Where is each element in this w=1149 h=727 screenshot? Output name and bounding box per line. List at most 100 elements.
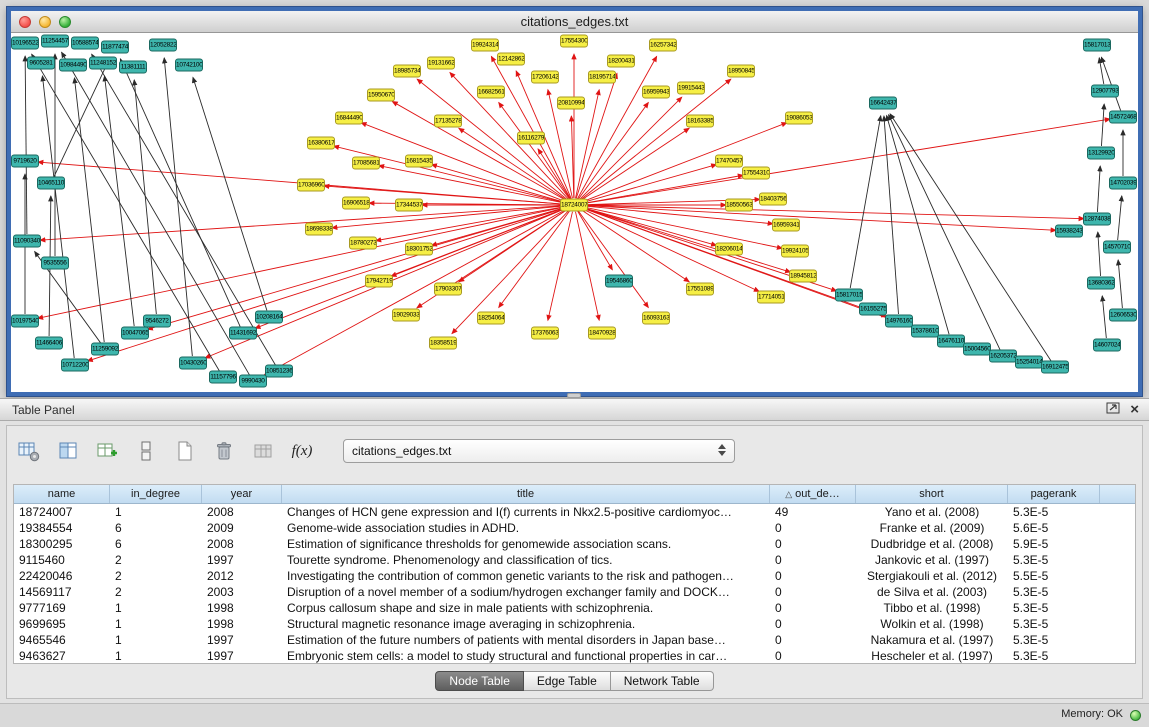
column-header-title[interactable]: title <box>282 485 770 503</box>
column-header-pagerank[interactable]: pagerank <box>1008 485 1100 503</box>
network-window-titlebar[interactable]: citations_edges.txt <box>11 11 1138 33</box>
network-node[interactable]: 12606530 <box>1109 309 1137 322</box>
network-node[interactable]: 18200431 <box>607 55 635 68</box>
network-node[interactable]: 17903307 <box>434 283 462 296</box>
network-node[interactable]: 12142862 <box>497 53 525 66</box>
network-node[interactable]: 15817015 <box>835 289 863 302</box>
network-node[interactable]: 10851236 <box>265 365 293 378</box>
network-node[interactable]: 14976160 <box>885 315 913 328</box>
network-node[interactable]: 18206014 <box>715 243 743 256</box>
network-node[interactable]: 10588574 <box>71 37 99 50</box>
network-node[interactable]: 16682561 <box>477 86 505 99</box>
network-node[interactable]: 16093163 <box>642 312 670 325</box>
network-node[interactable]: 9990430 <box>239 375 267 388</box>
network-node[interactable]: 11254457 <box>41 35 69 48</box>
close-window-button[interactable] <box>19 16 31 28</box>
network-canvas[interactable]: 1872400718550563174704571816338516959943… <box>11 33 1138 392</box>
import-table-icon[interactable] <box>249 437 277 465</box>
network-node[interactable]: 17206142 <box>531 71 559 84</box>
network-node[interactable]: 11431692 <box>229 327 257 340</box>
network-node[interactable]: 18698338 <box>305 223 333 236</box>
row-height-icon[interactable] <box>132 437 160 465</box>
network-node[interactable]: 18470928 <box>588 327 616 340</box>
network-node[interactable]: 11877474 <box>101 41 129 54</box>
network-node[interactable]: 18950845 <box>727 65 755 78</box>
table-row[interactable]: 1456911722003Disruption of a novel membe… <box>14 584 1135 600</box>
network-node[interactable]: 18254064 <box>477 312 505 325</box>
network-node[interactable]: 9605281 <box>27 57 55 70</box>
network-node[interactable]: 14570710 <box>1103 241 1131 254</box>
network-node[interactable]: 16476110 <box>937 335 965 348</box>
table-row[interactable]: 946554611997Estimation of the future num… <box>14 632 1135 648</box>
network-node[interactable]: 9535556 <box>41 257 69 270</box>
network-node[interactable]: 16257342 <box>649 39 677 52</box>
column-header-out_de[interactable]: △out_de… <box>770 485 856 503</box>
network-node[interactable]: 11381111 <box>119 61 147 74</box>
table-row[interactable]: 969969511998Structural magnetic resonanc… <box>14 616 1135 632</box>
function-builder-icon[interactable]: f(x) <box>288 437 316 465</box>
delete-icon[interactable] <box>210 437 238 465</box>
network-node[interactable]: 17551089 <box>686 283 714 296</box>
network-node[interactable]: 18358519 <box>429 337 457 350</box>
network-node[interactable]: 19086053 <box>785 112 813 125</box>
network-node[interactable]: 16844490 <box>335 112 363 125</box>
network-node[interactable]: 19924105 <box>781 245 809 258</box>
table-row[interactable]: 977716911998Corpus callosum shape and si… <box>14 600 1135 616</box>
zoom-window-button[interactable] <box>59 16 71 28</box>
close-panel-icon[interactable]: × <box>1130 399 1139 421</box>
network-node[interactable]: 14572468 <box>1109 111 1137 124</box>
network-node[interactable]: 18163385 <box>686 115 714 128</box>
table-row[interactable]: 2242004622012Investigating the contribut… <box>14 568 1135 584</box>
tab-edge-table[interactable]: Edge Table <box>524 671 611 691</box>
network-node[interactable]: 10047065 <box>121 327 149 340</box>
network-node[interactable]: 17714051 <box>757 291 785 304</box>
tab-node-table[interactable]: Node Table <box>435 671 524 691</box>
network-node[interactable]: 10430260 <box>179 357 207 370</box>
network-node[interactable]: 10208164 <box>255 311 283 324</box>
network-node[interactable]: 14607024 <box>1093 339 1121 352</box>
show-columns-icon[interactable] <box>54 437 82 465</box>
network-node[interactable]: 10465110 <box>37 177 65 190</box>
network-node[interactable]: 18724007 <box>560 199 588 212</box>
network-node[interactable]: 9719620 <box>11 155 39 168</box>
network-node[interactable]: 10196522 <box>11 37 39 50</box>
network-node[interactable]: 16155275 <box>859 303 887 316</box>
network-node[interactable]: 16912475 <box>1041 361 1069 374</box>
network-node[interactable]: 18780273 <box>349 237 377 250</box>
tab-network-table[interactable]: Network Table <box>611 671 714 691</box>
table-mode-icon[interactable] <box>15 437 43 465</box>
network-node[interactable]: 18301752 <box>405 243 433 256</box>
network-node[interactable]: 15254014 <box>1015 356 1043 369</box>
network-node[interactable]: 10984490 <box>59 59 87 72</box>
network-node[interactable]: 13129920 <box>1087 147 1115 160</box>
network-node[interactable]: 17085681 <box>352 157 380 170</box>
network-node[interactable]: 11248152 <box>89 57 117 70</box>
column-header-short[interactable]: short <box>856 485 1008 503</box>
table-row[interactable]: 1830029562008Estimation of significance … <box>14 536 1135 552</box>
network-node[interactable]: 16380617 <box>307 137 335 150</box>
network-node[interactable]: 16642437 <box>869 97 897 110</box>
network-node[interactable]: 19546860 <box>605 275 633 288</box>
network-node[interactable]: 15938243 <box>1055 225 1083 238</box>
network-view-window[interactable]: citations_edges.txt 18724007185505631747… <box>7 7 1142 396</box>
table-row[interactable]: 1872400712008Changes of HCN gene express… <box>14 504 1135 520</box>
network-node[interactable]: 12874038 <box>1083 213 1111 226</box>
column-header-in_degree[interactable]: in_degree <box>110 485 202 503</box>
network-node[interactable]: 18550563 <box>725 199 753 212</box>
network-node[interactable]: 16959943 <box>642 86 670 99</box>
network-node[interactable]: 14702039 <box>1109 177 1137 190</box>
network-node[interactable]: 9546272 <box>143 315 171 328</box>
network-node[interactable]: 10197540 <box>11 315 39 328</box>
network-node[interactable]: 16205372 <box>989 350 1017 363</box>
network-node[interactable]: 18985734 <box>393 65 421 78</box>
table-source-select[interactable]: citations_edges.txt <box>343 439 735 463</box>
network-node[interactable]: 12052822 <box>149 39 177 52</box>
network-node[interactable]: 10712200 <box>61 359 89 372</box>
network-node[interactable]: 11259092 <box>91 343 119 356</box>
network-node[interactable]: 12907793 <box>1091 85 1119 98</box>
network-node[interactable]: 15950670 <box>367 89 395 102</box>
network-node[interactable]: 16116279 <box>517 132 545 145</box>
float-panel-icon[interactable] <box>1106 399 1120 421</box>
network-node[interactable]: 11466406 <box>35 337 63 350</box>
network-node[interactable]: 18195714 <box>588 71 616 84</box>
